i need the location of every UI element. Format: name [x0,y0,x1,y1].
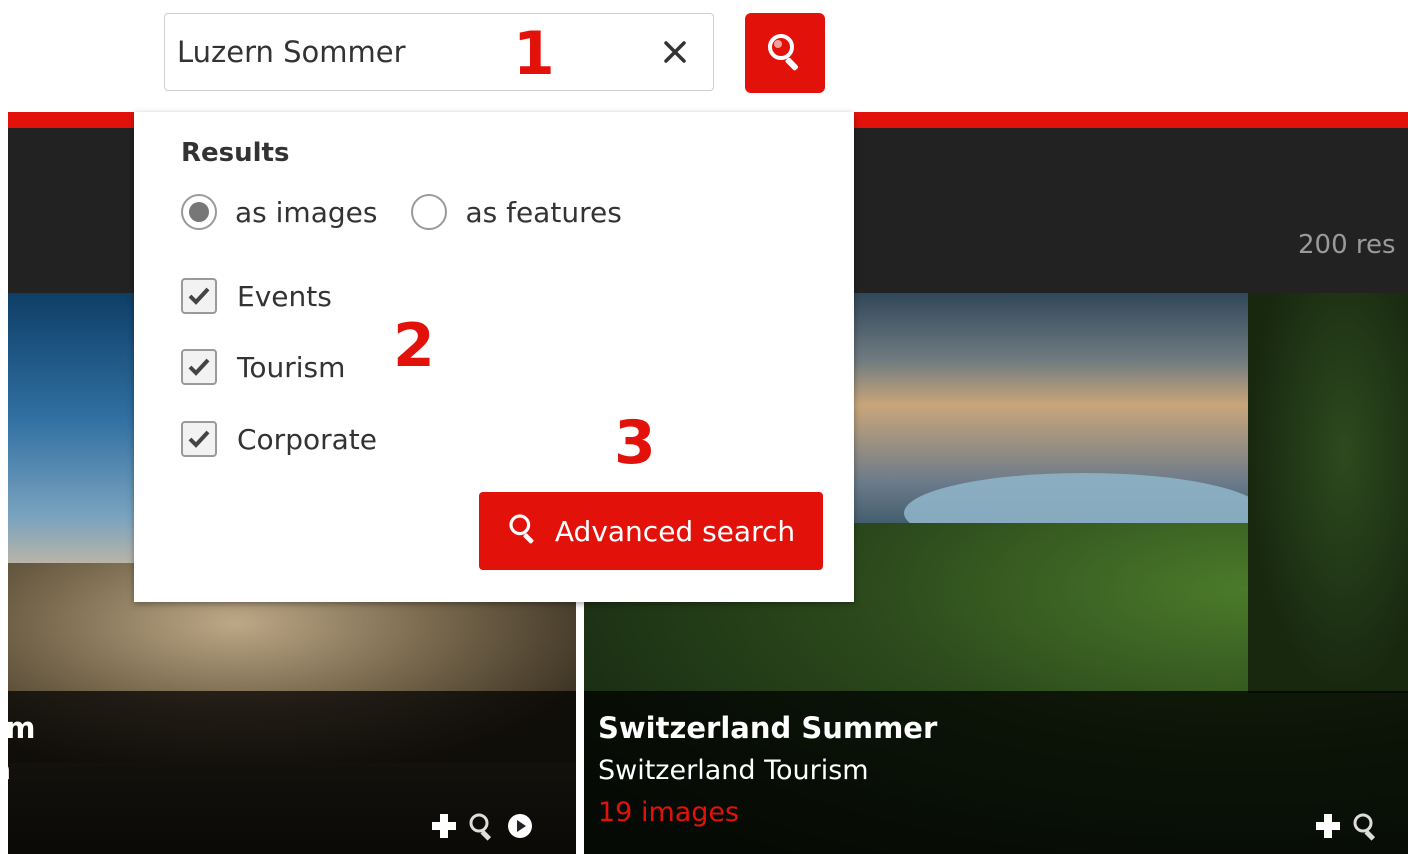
card-title: sm [8,711,36,745]
filter-tourism[interactable]: Tourism [181,349,345,385]
search-icon [507,512,539,551]
advanced-search-button[interactable]: Advanced search [479,492,823,570]
advanced-search-label: Advanced search [554,514,796,548]
card-caption: Switzerland Summer Switzerland Tourism 1… [584,691,1408,854]
radio-as-images[interactable] [181,194,217,230]
checkbox-label[interactable]: Events [237,280,332,313]
play-icon[interactable] [504,810,536,842]
zoom-icon[interactable] [1350,810,1382,842]
annotation-number: 2 [393,311,435,381]
checkbox-tourism[interactable] [181,349,217,385]
annotation-number: 1 [513,19,555,89]
filter-events[interactable]: Events [181,278,332,314]
search-input[interactable] [177,30,627,74]
search-options-panel: Results as images as features Events Tou… [134,112,854,602]
zoom-icon[interactable] [466,810,498,842]
search-box [164,13,714,91]
plus-icon[interactable] [1312,810,1344,842]
filter-corporate[interactable]: Corporate [181,421,377,457]
search-icon [765,31,805,75]
checkbox-label[interactable]: Corporate [237,423,377,456]
radio-label[interactable]: as images [235,196,377,229]
checkbox-label[interactable]: Tourism [237,351,345,384]
card-image-count[interactable]: 19 images [598,797,739,828]
card-subtitle: Switzerland Tourism [598,755,869,786]
checkbox-corporate[interactable] [181,421,217,457]
search-button[interactable] [745,13,825,93]
card-title: Switzerland Summer [598,711,938,745]
card-image-trees [1248,293,1408,693]
card-subtitle: n [8,755,11,786]
close-icon[interactable] [659,36,691,68]
card-actions [1312,810,1382,842]
card-caption: sm n [8,691,576,854]
radio-label[interactable]: as features [465,196,621,229]
checkbox-events[interactable] [181,278,217,314]
radio-as-features[interactable] [411,194,448,230]
card-actions [428,810,536,842]
results-heading: Results [181,138,290,168]
annotation-number: 3 [614,408,656,478]
plus-icon[interactable] [428,810,460,842]
results-type-options: as images as features [181,194,656,230]
results-count: 200 res [1298,230,1396,260]
